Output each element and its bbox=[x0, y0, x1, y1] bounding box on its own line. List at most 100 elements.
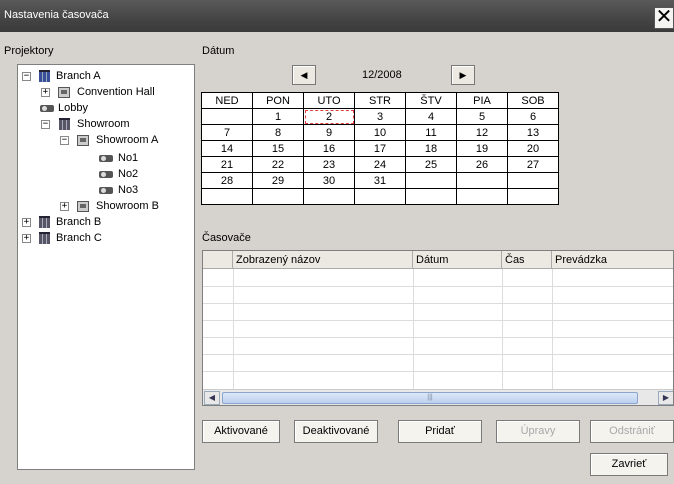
column-header-time[interactable]: Čas bbox=[502, 251, 552, 269]
calendar-week-row: 7 8 9 10 11 12 13 bbox=[201, 124, 559, 141]
table-row bbox=[203, 320, 673, 321]
tree-item-label: No3 bbox=[118, 184, 139, 196]
scroll-right-icon[interactable]: ▶ bbox=[658, 391, 673, 405]
calendar-day-selected[interactable]: 2 bbox=[303, 108, 355, 125]
tree-item-label: Showroom A bbox=[96, 134, 159, 146]
calendar-day[interactable]: 15 bbox=[252, 140, 304, 157]
calendar-day[interactable] bbox=[252, 188, 304, 205]
calendar-day[interactable]: 6 bbox=[507, 108, 559, 125]
timers-table[interactable]: Zobrazený názov Dátum Čas Prevádzka ◀ ||… bbox=[202, 250, 674, 406]
weekday-header: ŠTV bbox=[405, 92, 457, 109]
calendar-day[interactable] bbox=[456, 172, 508, 189]
calendar-day[interactable]: 26 bbox=[456, 156, 508, 173]
calendar-day[interactable]: 9 bbox=[303, 124, 355, 141]
calendar-day[interactable]: 28 bbox=[201, 172, 253, 189]
calendar-day[interactable] bbox=[507, 172, 559, 189]
calendar-day[interactable]: 18 bbox=[405, 140, 457, 157]
calendar-weekday-row: NED PON UTO STR ŠTV PIA SOB bbox=[201, 92, 559, 109]
calendar-day[interactable]: 24 bbox=[354, 156, 406, 173]
tree-item-label: Branch C bbox=[56, 232, 102, 244]
projector-icon bbox=[99, 187, 113, 194]
calendar-day[interactable]: 13 bbox=[507, 124, 559, 141]
column-divider bbox=[552, 269, 553, 391]
building-icon bbox=[39, 216, 50, 228]
calendar-day[interactable]: 22 bbox=[252, 156, 304, 173]
calendar-day[interactable] bbox=[405, 172, 457, 189]
collapse-icon[interactable]: − bbox=[41, 120, 50, 129]
collapse-icon[interactable]: − bbox=[22, 72, 31, 81]
calendar-day[interactable] bbox=[201, 188, 253, 205]
weekday-header: STR bbox=[354, 92, 406, 109]
calendar-day[interactable]: 29 bbox=[252, 172, 304, 189]
column-divider bbox=[233, 269, 234, 391]
calendar-day[interactable] bbox=[456, 188, 508, 205]
building-icon bbox=[39, 70, 50, 82]
calendar-day[interactable]: 5 bbox=[456, 108, 508, 125]
room-icon bbox=[58, 87, 70, 98]
calendar-day[interactable]: 14 bbox=[201, 140, 253, 157]
calendar-day[interactable] bbox=[303, 188, 355, 205]
weekday-header: PON bbox=[252, 92, 304, 109]
tree-item-label: No1 bbox=[118, 152, 139, 164]
calendar-day[interactable] bbox=[354, 188, 406, 205]
prev-month-icon[interactable]: ◀ bbox=[292, 65, 316, 85]
horizontal-scrollbar[interactable]: ◀ ||| ▶ bbox=[203, 389, 673, 405]
scrollbar-thumb[interactable]: ||| bbox=[222, 392, 638, 404]
tree-item-label: No2 bbox=[118, 168, 139, 180]
calendar-day[interactable]: 31 bbox=[354, 172, 406, 189]
calendar-day[interactable] bbox=[507, 188, 559, 205]
room-icon bbox=[77, 135, 89, 146]
add-button[interactable]: Pridať bbox=[398, 420, 482, 443]
calendar-day[interactable] bbox=[405, 188, 457, 205]
building-icon bbox=[39, 232, 50, 244]
calendar-day[interactable]: 17 bbox=[354, 140, 406, 157]
column-header-operation[interactable]: Prevádzka bbox=[552, 251, 673, 269]
calendar-day[interactable]: 3 bbox=[354, 108, 406, 125]
calendar-day[interactable]: 12 bbox=[456, 124, 508, 141]
calendar-day[interactable]: 23 bbox=[303, 156, 355, 173]
calendar-day[interactable]: 4 bbox=[405, 108, 457, 125]
projectors-label: Projektory bbox=[4, 45, 54, 57]
expand-icon[interactable]: + bbox=[60, 202, 69, 211]
calendar-day[interactable]: 30 bbox=[303, 172, 355, 189]
calendar-day[interactable]: 21 bbox=[201, 156, 253, 173]
table-row bbox=[203, 286, 673, 287]
collapse-icon[interactable]: − bbox=[60, 136, 69, 145]
projector-icon bbox=[99, 171, 113, 178]
tree-item-label: Branch B bbox=[56, 216, 102, 228]
next-month-icon[interactable]: ▶ bbox=[451, 65, 475, 85]
dialog-body: Projektory − Branch A + Convention Hall … bbox=[0, 32, 674, 484]
close-button[interactable]: Zavrieť bbox=[590, 453, 668, 476]
enabled-button[interactable]: Aktivované bbox=[202, 420, 280, 443]
column-header-date[interactable]: Dátum bbox=[413, 251, 502, 269]
calendar-day[interactable]: 11 bbox=[405, 124, 457, 141]
calendar-day[interactable]: 10 bbox=[354, 124, 406, 141]
calendar-day[interactable]: 19 bbox=[456, 140, 508, 157]
weekday-header: PIA bbox=[456, 92, 508, 109]
calendar-day[interactable]: 25 bbox=[405, 156, 457, 173]
edit-button[interactable]: Úpravy bbox=[496, 420, 580, 443]
calendar-day[interactable]: 27 bbox=[507, 156, 559, 173]
calendar-day[interactable] bbox=[201, 108, 253, 125]
column-header-select bbox=[203, 251, 233, 269]
calendar-day[interactable]: 16 bbox=[303, 140, 355, 157]
calendar-day[interactable]: 8 bbox=[252, 124, 304, 141]
scroll-left-icon[interactable]: ◀ bbox=[204, 391, 220, 405]
close-icon[interactable]: ✕ bbox=[654, 7, 674, 29]
table-row bbox=[203, 354, 673, 355]
projector-tree[interactable]: − Branch A + Convention Hall Lobby − Sho… bbox=[17, 64, 195, 470]
calendar-day[interactable]: 7 bbox=[201, 124, 253, 141]
building-icon bbox=[59, 118, 70, 130]
expand-icon[interactable]: + bbox=[41, 88, 50, 97]
timers-label: Časovače bbox=[202, 232, 251, 244]
disabled-button[interactable]: Deaktivované bbox=[294, 420, 378, 443]
date-label: Dátum bbox=[202, 45, 235, 57]
delete-button[interactable]: Odstrániť bbox=[590, 420, 674, 443]
expand-icon[interactable]: + bbox=[22, 218, 31, 227]
calendar-day[interactable]: 1 bbox=[252, 108, 304, 125]
tree-item-label: Branch A bbox=[56, 70, 101, 82]
column-header-name[interactable]: Zobrazený názov bbox=[233, 251, 413, 269]
expand-icon[interactable]: + bbox=[22, 234, 31, 243]
tree-item-label: Showroom bbox=[77, 118, 130, 130]
calendar-day[interactable]: 20 bbox=[507, 140, 559, 157]
